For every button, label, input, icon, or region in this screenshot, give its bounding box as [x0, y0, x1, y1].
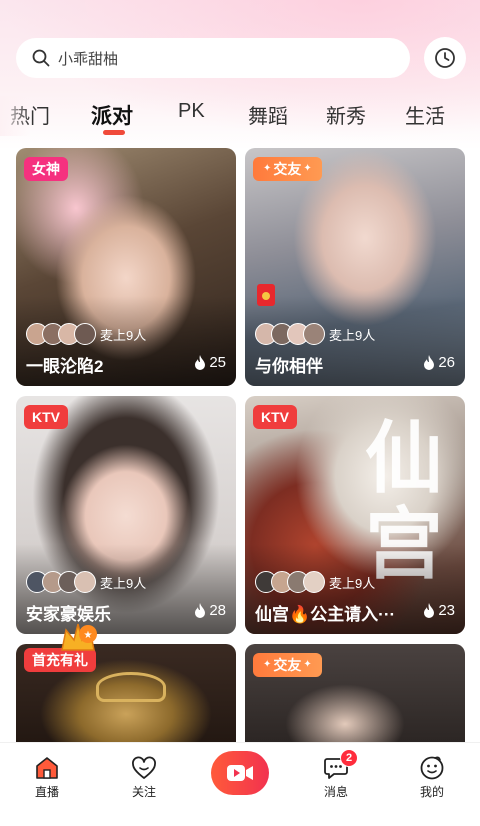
- flame-icon: [195, 603, 206, 618]
- heart-face-icon: [132, 756, 156, 779]
- mic-count: 麦上9人: [100, 327, 147, 343]
- room-card[interactable]: 女神 麦上9人 一眼沦陷2 25: [16, 148, 236, 386]
- unread-badge: 2: [340, 749, 358, 767]
- mic-avatars: [26, 323, 96, 345]
- avatar: [303, 323, 325, 345]
- avatar: [303, 571, 325, 593]
- home-icon: [36, 757, 58, 779]
- mic-info: 麦上9人: [26, 322, 146, 346]
- bottom-nav: 直播 关注 2 消息 我的: [0, 742, 480, 826]
- room-tag-badge: KTV: [24, 405, 68, 429]
- profile-face-icon: [420, 756, 444, 780]
- heat-count: 23: [423, 602, 455, 619]
- room-card[interactable]: KTV 麦上9人 安家豪娱乐 28: [16, 396, 236, 634]
- mic-avatars: [255, 323, 325, 345]
- nav-me-label: 我的: [419, 785, 444, 799]
- room-card[interactable]: 仙宫 KTV 麦上9人 仙宫🔥公主请入··· 23: [245, 396, 465, 634]
- avatar: [74, 323, 96, 345]
- room-tag-badge: 女神: [24, 157, 68, 181]
- crown-decoration: [96, 672, 166, 702]
- nav-messages-label: 消息: [323, 785, 348, 799]
- heat-count: 26: [423, 354, 455, 371]
- start-live-button[interactable]: [211, 751, 269, 795]
- room-title: 一眼沦陷2: [26, 357, 104, 376]
- red-envelope-icon: [257, 284, 275, 306]
- mic-info: 麦上9人: [26, 570, 146, 594]
- mic-count: 麦上9人: [329, 327, 376, 343]
- tab-life[interactable]: 生活: [405, 100, 445, 129]
- room-tag-badge: ✦ 交友 ✦: [253, 653, 322, 677]
- room-title: 与你相伴: [255, 357, 323, 376]
- svg-text:★: ★: [84, 630, 93, 641]
- tab-dance[interactable]: 舞蹈: [248, 100, 288, 129]
- mic-avatars: [26, 571, 96, 593]
- flame-icon: [195, 355, 206, 370]
- mic-count: 麦上9人: [329, 575, 376, 591]
- avatar: [74, 571, 96, 593]
- flame-icon: [424, 355, 435, 370]
- search-bar[interactable]: 小乖甜柚: [16, 38, 410, 78]
- tab-party[interactable]: 派对: [91, 100, 133, 130]
- search-icon: [32, 49, 50, 67]
- flame-icon: [424, 603, 435, 618]
- mic-avatars: [255, 571, 325, 593]
- heat-count: 28: [194, 602, 226, 619]
- nav-live-label: 直播: [34, 785, 59, 799]
- nav-follow-label: 关注: [131, 785, 156, 799]
- nav-live[interactable]: 直播: [17, 755, 77, 800]
- room-tag-badge: KTV: [253, 405, 297, 429]
- mic-info: 麦上9人: [255, 322, 375, 346]
- clock-icon: [435, 48, 455, 68]
- mic-info: 麦上9人: [255, 570, 375, 594]
- tab-newcomer[interactable]: 新秀: [326, 100, 366, 129]
- category-tabs: 热门 派对 PK 舞蹈 新秀 生活: [0, 96, 480, 136]
- room-card[interactable]: ✦ 交友 ✦ 麦上9人 与你相伴 26: [245, 148, 465, 386]
- search-placeholder: 小乖甜柚: [58, 50, 119, 68]
- room-title: 仙宫🔥公主请入···: [255, 605, 396, 624]
- nav-follow[interactable]: 关注: [114, 755, 174, 800]
- gift-icon[interactable]: ★: [56, 620, 100, 656]
- room-card[interactable]: ✦ 交友 ✦: [245, 644, 465, 742]
- tabs-fade-edge: [0, 96, 30, 136]
- nav-messages[interactable]: 2 消息: [306, 749, 366, 800]
- history-button[interactable]: [424, 37, 466, 79]
- active-tab-indicator: [103, 130, 125, 135]
- tab-pk[interactable]: PK: [178, 100, 205, 123]
- heat-count: 25: [194, 354, 226, 371]
- nav-me[interactable]: 我的: [402, 755, 462, 800]
- room-tag-badge: ✦ 交友 ✦: [253, 157, 322, 181]
- video-camera-icon: [227, 765, 253, 781]
- mic-count: 麦上9人: [100, 575, 147, 591]
